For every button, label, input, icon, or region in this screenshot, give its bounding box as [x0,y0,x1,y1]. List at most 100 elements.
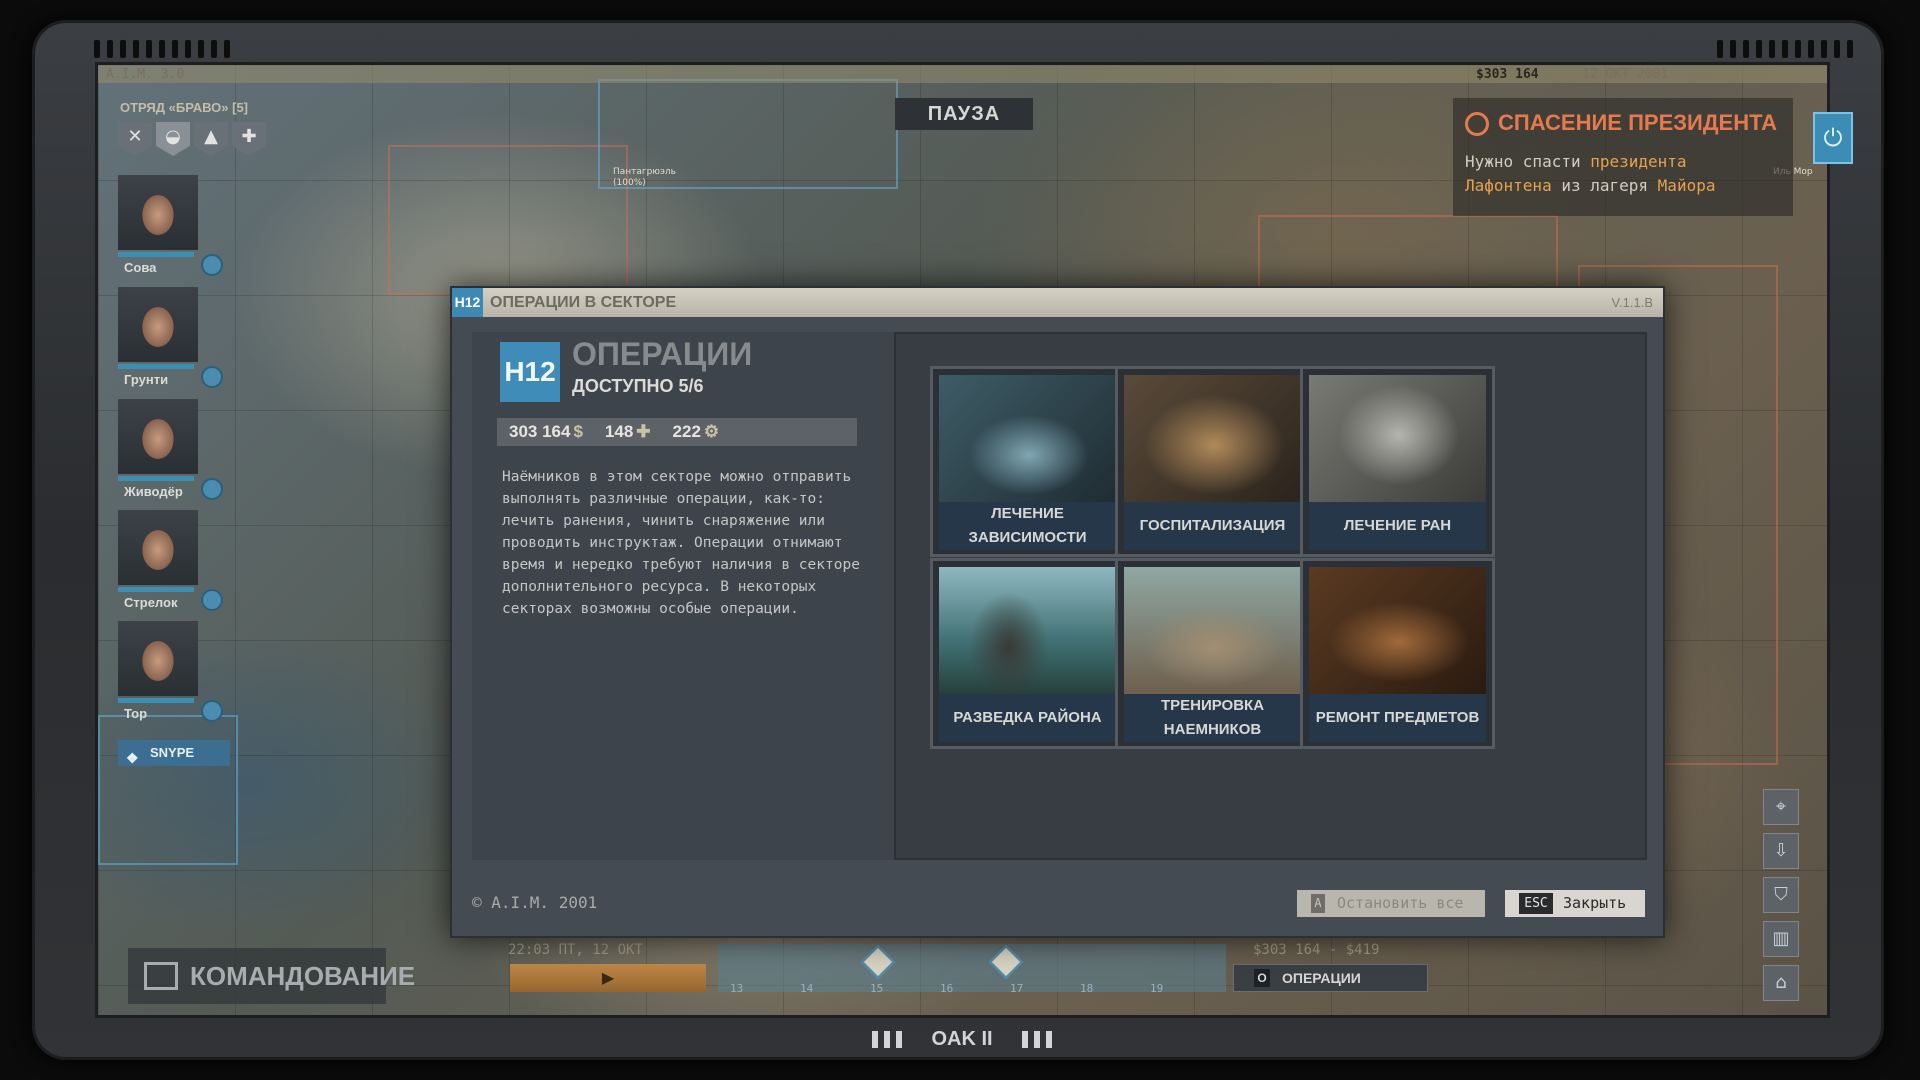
sector-border [388,145,628,295]
timeline-tick: 18 [1080,982,1094,995]
medkit-icon[interactable]: ✚ [232,122,266,156]
mission-panel[interactable]: СПАСЕНИЕ ПРЕЗИДЕНТА Нужно спасти президе… [1453,98,1793,216]
vent-right [1717,40,1853,58]
map-tools: ⌖ ⇩ ⛉ ▥ ⌂ [1763,789,1799,1001]
power-button[interactable]: ⏻ [1813,112,1853,164]
inventory-icon[interactable]: ▥ [1763,921,1799,957]
payment-marker[interactable] [861,945,895,979]
mission-icon [1465,112,1489,136]
close-button[interactable]: ESC Закрыть [1505,890,1645,917]
operation-label: РАЗВЕДКА РАЙОНА [939,694,1116,742]
play-icon: ▶ [601,968,615,987]
merc-portrait[interactable]: Тор [118,621,223,726]
pause-indicator[interactable]: ПАУЗА [895,98,1033,130]
merc-portrait[interactable]: Грунти [118,287,223,392]
operation-card-training[interactable]: ТРЕНИРОВКА НАЕМНИКОВ [1115,558,1310,749]
operation-image [1309,375,1486,502]
operation-label: РЕМОНТ ПРЕДМЕТОВ [1309,694,1486,742]
command-icon [144,962,178,990]
aim-version: A.I.M. 3.0 [106,66,185,82]
squad-title[interactable]: ОТРЯД «БРАВО» [5] [120,100,248,115]
operation-card-repair[interactable]: РЕМОНТ ПРЕДМЕТОВ [1300,558,1495,749]
home-icon[interactable]: ⌂ [1763,965,1799,1001]
operation-card-scout[interactable]: РАЗВЕДКА РАЙОНА [930,558,1125,749]
status-icon [201,478,223,500]
operations-grid: ЛЕЧЕНИЕ ЗАВИСИМОСТИ ГОСПИТАЛИЗАЦИЯ ЛЕЧЕНИ… [894,332,1647,860]
payment-marker[interactable] [989,945,1023,979]
stop-all-button[interactable]: A Остановить все [1297,890,1485,917]
merc-portrait[interactable]: Стрелок [118,510,223,615]
merc-name: Грунти [124,372,169,387]
timeline-tick: 13 [730,982,744,995]
medkit-icon: ✚ [636,422,651,441]
operation-label: ЛЕЧЕНИЕ РАН [1309,502,1486,550]
mission-desc-highlight[interactable]: президента [1590,152,1686,171]
mission-desc-highlight[interactable]: Майора [1658,176,1716,195]
dollar-icon: $ [573,422,583,441]
dialog-footer: © A.I.M. 2001 A Остановить все ESC Закры… [452,863,1663,940]
timeline-tick: 14 [800,982,814,995]
merc-face [118,510,198,585]
brand-label: OAK II [931,1028,993,1050]
sector-operations-dialog: H12 ОПЕРАЦИИ В СЕКТОРЕ V.1.1.B H12 ОПЕРА… [450,286,1665,938]
mission-desc-text: Нужно спасти [1465,152,1591,171]
operation-image [939,567,1116,694]
merc-face [118,621,198,696]
brand-footer: OAK II [872,1024,1052,1054]
operations-description: Наёмников в этом секторе можно отправить… [502,469,860,617]
shield-icon[interactable]: ⛉ [1763,877,1799,913]
merc-face [118,399,198,474]
merc-face [118,287,198,362]
mission-desc-highlight[interactable]: Лафонтена [1465,176,1552,195]
medicine-value: 148 [604,422,634,441]
status-icon [201,700,223,722]
operation-card-hospital[interactable]: ГОСПИТАЛИЗАЦИЯ [1115,366,1310,557]
version-label: V.1.1.B [1611,295,1653,310]
play-button[interactable]: ▶ [510,964,706,992]
health-bar [118,587,194,592]
helmet-icon[interactable]: ◒ [156,122,190,156]
operation-card-wounds[interactable]: ЛЕЧЕНИЕ РАН [1300,366,1495,557]
gear-icon: ⚙ [703,422,720,441]
resource-parts: 222 ⚙ [673,422,720,442]
operations-button[interactable]: O ОПЕРАЦИИ [1233,964,1428,992]
command-button[interactable]: КОМАНДОВАНИЕ [128,948,415,1004]
parts-value: 222 [672,422,701,441]
focus-icon[interactable]: ⌖ [1763,789,1799,825]
merc-portrait[interactable]: Живодёр [118,399,223,504]
operation-card-addiction[interactable]: ЛЕЧЕНИЕ ЗАВИСИМОСТИ [930,366,1125,557]
hotkey-badge: ESC [1519,893,1553,914]
top-status-strip: A.I.M. 3.0 $303 164 12 ОКТ 2001 [98,65,1827,83]
close-label: Закрыть [1563,894,1627,912]
timeline-bar[interactable]: 13 14 15 16 17 18 19 [718,944,1226,995]
dialog-titlebar[interactable]: H12 ОПЕРАЦИИ В СЕКТОРЕ V.1.1.B [452,288,1663,317]
operation-image [1124,375,1301,502]
operation-image [1309,567,1486,694]
weapon-icon[interactable]: ✕ [118,122,152,156]
available-count: ДОСТУПНО 5/6 [572,376,704,396]
download-icon[interactable]: ⇩ [1763,833,1799,869]
sector-border [98,715,238,865]
mission-title: СПАСЕНИЕ ПРЕЗИДЕНТА [1498,110,1778,135]
operations-heading: ОПЕРАЦИИ [572,336,753,372]
copyright: © A.I.M. 2001 [472,893,598,912]
game-screen: A.I.M. 3.0 $303 164 12 ОКТ 2001 Пантагрю… [95,62,1830,1018]
timeline-tick: 19 [1150,982,1164,995]
timeline-tick: 16 [940,982,954,995]
merc-face [118,175,198,250]
vent-left [94,40,230,58]
snype-button[interactable]: ❖ SNYPE [118,740,230,766]
arrow-up-icon[interactable]: ▲ [194,122,228,156]
operation-label: ЛЕЧЕНИЕ ЗАВИСИМОСТИ [939,502,1116,550]
command-label: КОМАНДОВАНИЕ [190,961,416,991]
operation-label: ТРЕНИРОВКА НАЕМНИКОВ [1124,694,1301,742]
health-bar [118,698,194,703]
snype-label: SNYPE [150,745,195,760]
dialog-body: H12 ОПЕРАЦИИ ДОСТУПНО 5/6 303 164 $ 148 ✚ … [472,332,1647,860]
resource-money: 303 164 $ [509,422,583,442]
money-value: 303 164 [509,422,571,441]
operation-label: ГОСПИТАЛИЗАЦИЯ [1124,502,1301,550]
stop-all-label: Остановить все [1337,894,1464,912]
dialog-title: ОПЕРАЦИИ В СЕКТОРЕ [490,294,677,311]
merc-portrait[interactable]: Сова [118,175,223,280]
